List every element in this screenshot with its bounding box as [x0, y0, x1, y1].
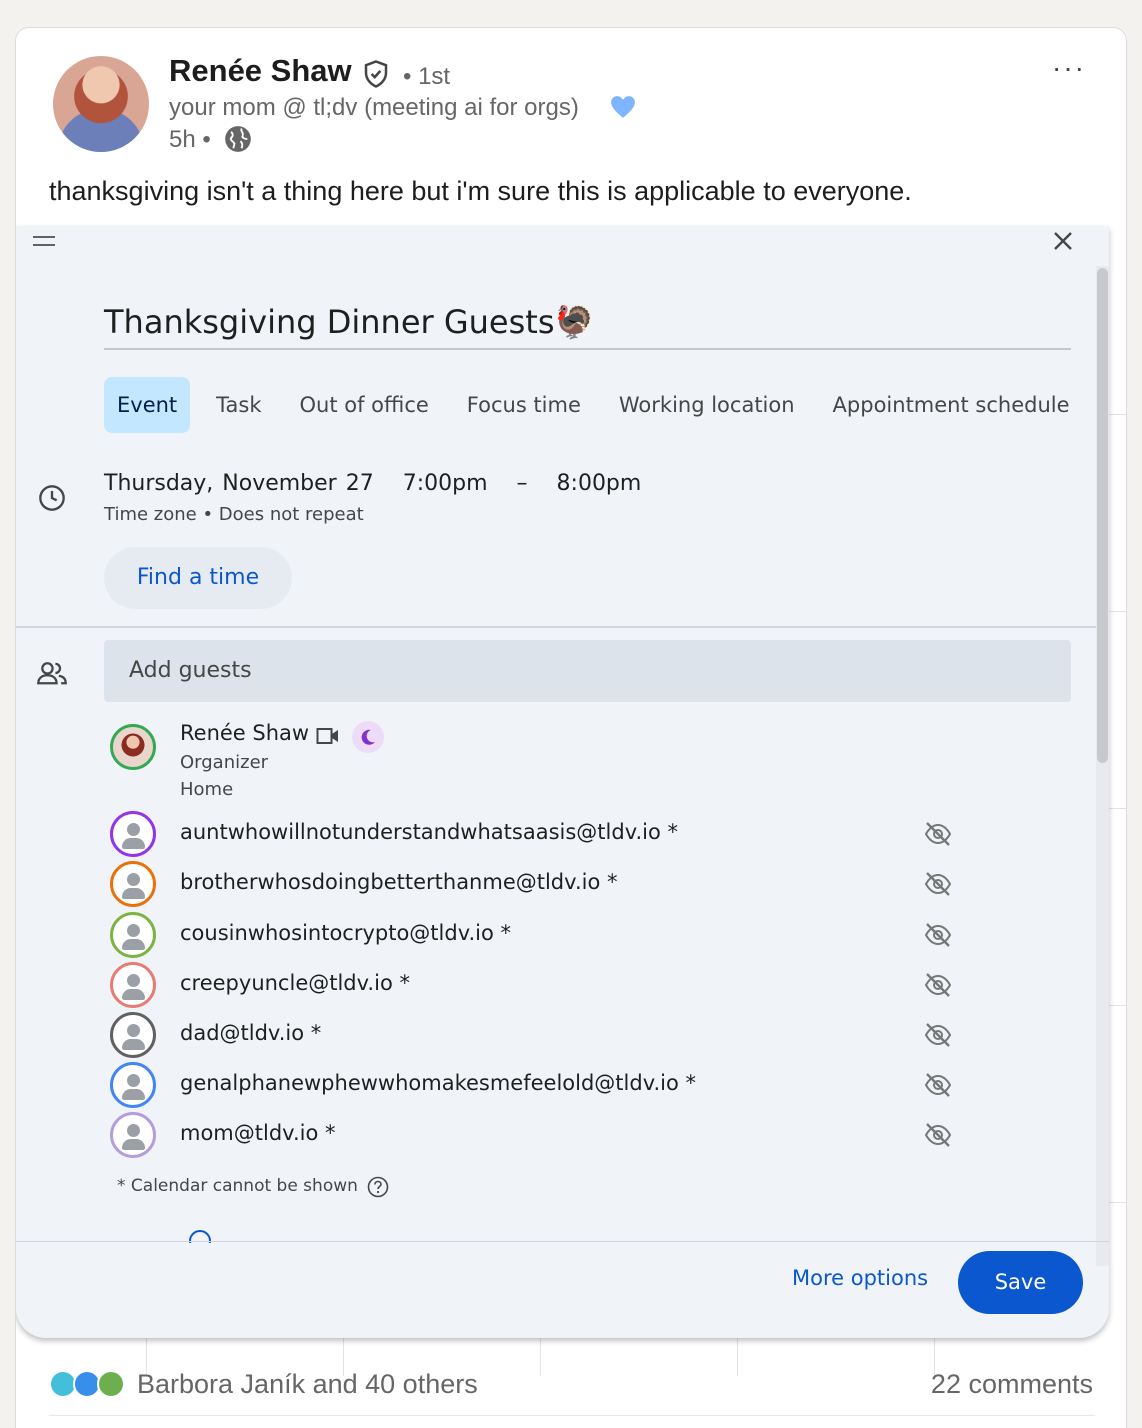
guest-email: creepyuncle@tldv.io * — [180, 971, 410, 995]
connection-degree: • 1st — [403, 63, 451, 90]
event-end-time[interactable]: 8:00pm — [557, 471, 642, 496]
tab-event[interactable]: Event — [104, 377, 191, 433]
guest-row[interactable]: brotherwhosdoingbetterthanme@tldv.io * — [110, 861, 970, 907]
event-title-field[interactable]: Thanksgiving Dinner Guests🦃 — [104, 298, 1071, 350]
event-dialog: Thanksgiving Dinner Guests🦃 Event Task O… — [16, 226, 1109, 1338]
author-avatar[interactable] — [53, 56, 149, 152]
guest-avatar — [110, 1112, 156, 1158]
organizer-name: Renée Shaw — [180, 721, 310, 745]
event-type-tabs: Event Task Out of office Focus time Work… — [104, 377, 1089, 433]
section-divider — [16, 626, 1096, 628]
blue-heart-icon — [611, 96, 635, 118]
guest-avatar — [110, 811, 156, 857]
post-image-calendar-screenshot[interactable]: Thanksgiving Dinner Guests🦃 Event Task O… — [16, 226, 1126, 1376]
globe-icon — [225, 126, 251, 152]
event-start-time[interactable]: 7:00pm — [403, 471, 488, 496]
tab-out-of-office[interactable]: Out of office — [281, 377, 448, 433]
save-button[interactable]: Save — [958, 1251, 1083, 1314]
guest-row[interactable]: cousinwhosintocrypto@tldv.io * — [110, 912, 970, 958]
tab-appointment-schedule[interactable]: Appointment schedule — [814, 377, 1089, 433]
guest-row[interactable]: auntwhowillnotunderstandwhatsaasis@tldv.… — [110, 811, 970, 857]
guest-avatar — [110, 912, 156, 958]
guest-email: brotherwhosdoingbetterthanme@tldv.io * — [180, 870, 618, 894]
event-date[interactable]: Thursday, November 27 — [104, 471, 374, 496]
post-more-menu-button[interactable]: ··· — [1052, 52, 1086, 84]
find-a-time-button[interactable]: Find a time — [104, 547, 292, 609]
dialog-footer-divider — [16, 1241, 1109, 1242]
guest-email: mom@tldv.io * — [180, 1121, 336, 1145]
comments-count-link[interactable]: 22 comments — [931, 1369, 1093, 1400]
guest-row[interactable]: mom@tldv.io * — [110, 1112, 970, 1158]
close-icon[interactable] — [1051, 229, 1075, 253]
tab-focus-time[interactable]: Focus time — [448, 377, 600, 433]
eye-off-icon — [924, 822, 952, 846]
guest-email: dad@tldv.io * — [180, 1021, 322, 1045]
event-title: Thanksgiving Dinner Guests🦃 — [104, 303, 595, 341]
clock-icon — [39, 485, 65, 511]
event-datetime[interactable]: Thursday, November 27 7:00pm – 8:00pm — [104, 471, 661, 496]
video-camera-icon — [316, 728, 338, 744]
eye-off-icon — [924, 1123, 952, 1147]
people-icon — [37, 662, 67, 685]
guest-email: cousinwhosintocrypto@tldv.io * — [180, 921, 512, 945]
guest-avatar — [110, 1012, 156, 1058]
guest-row[interactable]: creepyuncle@tldv.io * — [110, 962, 970, 1008]
reaction-icons[interactable] — [49, 1370, 129, 1400]
more-options-button[interactable]: More options — [792, 1266, 928, 1290]
reactions-count-link[interactable]: Barbora Janík and 40 others — [137, 1369, 478, 1400]
organizer-location: Home — [180, 779, 234, 800]
post-card: Renée Shaw • 1st your mom @ tl;dv (meeti… — [15, 27, 1127, 1428]
eye-off-icon — [924, 1023, 952, 1047]
tab-working-location[interactable]: Working location — [600, 377, 814, 433]
guest-avatar — [110, 962, 156, 1008]
timezone-repeat-line[interactable]: Time zone • Does not repeat — [104, 504, 364, 525]
tab-task[interactable]: Task — [197, 377, 280, 433]
calendar-cannot-be-shown-note: * Calendar cannot be shown — [117, 1176, 358, 1196]
organizer-role: Organizer — [180, 752, 269, 773]
guest-avatar — [110, 861, 156, 907]
guest-avatar — [110, 1062, 156, 1108]
author-name[interactable]: Renée Shaw — [169, 53, 352, 89]
add-guests-input[interactable] — [104, 640, 1071, 702]
guest-email: auntwhowillnotunderstandwhatsaasis@tldv.… — [180, 820, 679, 844]
eye-off-icon — [924, 872, 952, 896]
post-body-text: thanksgiving isn't a thing here but i'm … — [49, 176, 912, 206]
verified-shield-icon — [364, 60, 388, 88]
eye-off-icon — [924, 923, 952, 947]
author-headline: your mom @ tl;dv (meeting ai for orgs) — [169, 94, 579, 121]
organizer-avatar[interactable] — [110, 724, 156, 770]
drag-handle-icon[interactable] — [33, 236, 55, 246]
guest-email: genalphanewphewwhomakesmefeelold@tldv.io… — [180, 1071, 697, 1095]
guest-row[interactable]: genalphanewphewwhomakesmefeelold@tldv.io… — [110, 1062, 970, 1108]
guest-row[interactable]: dad@tldv.io * — [110, 1012, 970, 1058]
celebrate-reaction-icon — [97, 1370, 125, 1398]
scrollbar-thumb[interactable] — [1097, 268, 1108, 763]
time-separator: – — [516, 471, 528, 496]
footer-divider — [49, 1415, 1095, 1416]
help-circle-icon[interactable] — [367, 1176, 389, 1198]
eye-off-icon — [924, 1073, 952, 1097]
do-not-disturb-moon-icon — [352, 721, 384, 753]
eye-off-icon — [924, 973, 952, 997]
post-timestamp: 5h • — [169, 126, 211, 153]
